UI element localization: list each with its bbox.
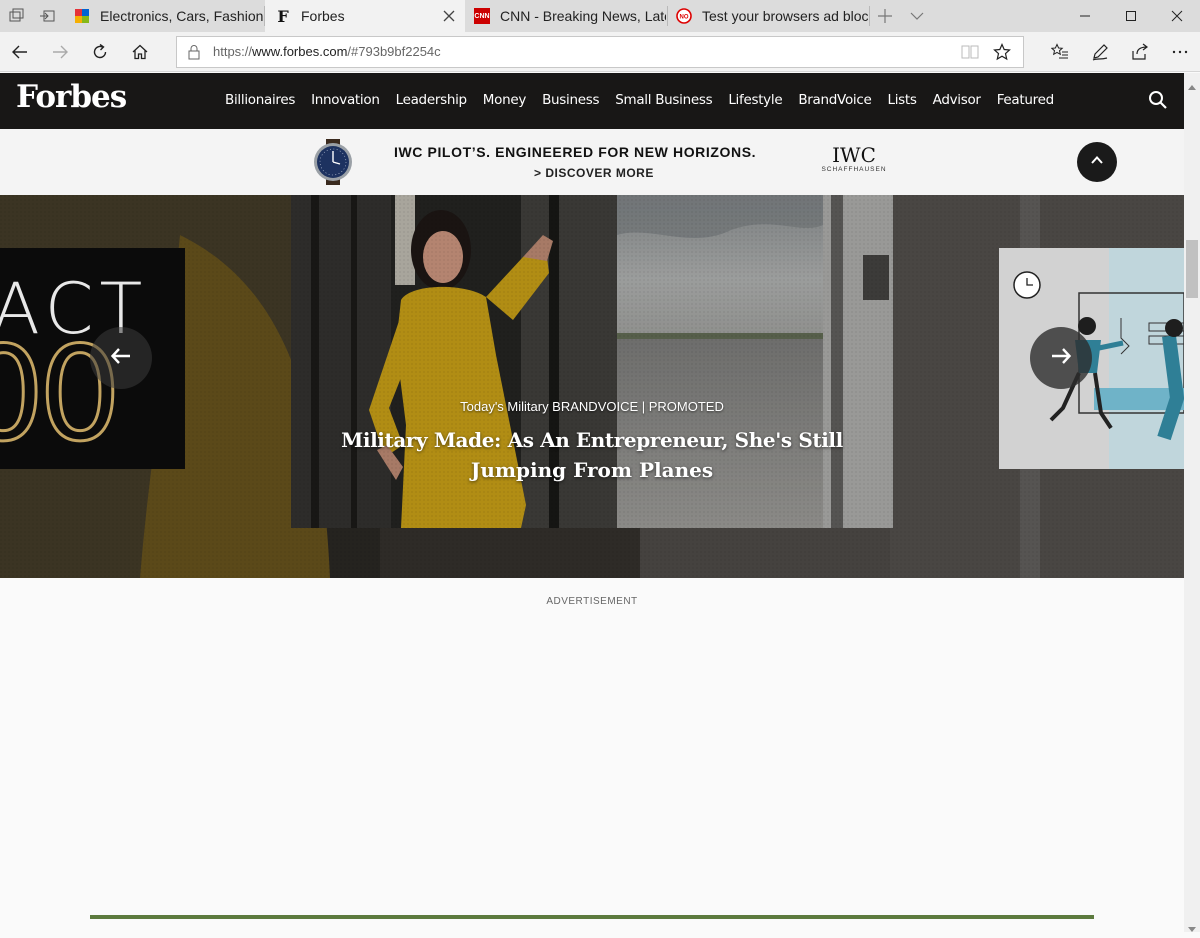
hero-headline-line2: Jumping From Planes bbox=[470, 458, 714, 482]
browser-address-bar: https://www.forbes.com/#793b9bf2254c bbox=[0, 32, 1200, 72]
refresh-icon[interactable] bbox=[80, 32, 120, 72]
search-icon[interactable] bbox=[1148, 90, 1168, 115]
iwc-logo: IWC SCHAFFHAUSEN bbox=[816, 144, 892, 173]
collapse-ad-button[interactable] bbox=[1077, 142, 1117, 182]
tab-divider bbox=[869, 6, 870, 26]
ad-headline: IWC PILOT’S. ENGINEERED FOR NEW HORIZONS… bbox=[394, 144, 757, 160]
maximize-icon[interactable] bbox=[1108, 0, 1154, 32]
page-scrollbar[interactable] bbox=[1184, 73, 1200, 932]
set-tabs-aside-icon[interactable] bbox=[38, 7, 56, 25]
tab-title: Forbes bbox=[301, 8, 345, 24]
url-text: https://www.forbes.com/#793b9bf2254c bbox=[213, 44, 441, 59]
tab-title: Test your browsers ad block bbox=[702, 8, 868, 24]
lock-icon bbox=[187, 44, 201, 65]
iwc-logo-sub: SCHAFFHAUSEN bbox=[821, 166, 887, 173]
scrollbar-thumb[interactable] bbox=[1186, 240, 1198, 298]
more-options-icon[interactable] bbox=[1160, 32, 1200, 72]
url-field[interactable]: https://www.forbes.com/#793b9bf2254c bbox=[176, 36, 1024, 68]
section-divider bbox=[90, 915, 1094, 919]
favorite-star-icon[interactable] bbox=[993, 43, 1011, 66]
arrow-right-icon bbox=[1049, 344, 1073, 373]
reading-view-icon[interactable] bbox=[961, 44, 979, 65]
carousel-next-button[interactable] bbox=[1030, 327, 1092, 389]
forbes-f-icon: F bbox=[277, 6, 289, 26]
forbes-logo[interactable]: Forbes bbox=[16, 79, 127, 115]
tab-cnn[interactable]: CNN CNN - Breaking News, Lates bbox=[466, 0, 666, 32]
forbes-nav-menu: Billionaires Innovation Leadership Money… bbox=[217, 92, 1062, 108]
favorites-hub-icon[interactable] bbox=[1040, 32, 1080, 72]
tab-actions-icon[interactable] bbox=[8, 7, 26, 25]
tab-title: CNN - Breaking News, Lates bbox=[500, 8, 666, 24]
iwc-logo-text: IWC bbox=[832, 143, 876, 167]
pen-annotate-icon[interactable] bbox=[1080, 32, 1120, 72]
close-tab-icon[interactable] bbox=[441, 8, 457, 24]
close-window-icon[interactable] bbox=[1154, 0, 1200, 32]
top-ad-banner[interactable]: IWC PILOT’S. ENGINEERED FOR NEW HORIZONS… bbox=[0, 129, 1184, 195]
nav-innovation[interactable]: Innovation bbox=[303, 92, 387, 108]
minimize-icon[interactable] bbox=[1062, 0, 1108, 32]
hero-carousel: ACT 00 bbox=[0, 195, 1184, 578]
svg-text:NO: NO bbox=[680, 15, 689, 21]
nav-billionaires[interactable]: Billionaires bbox=[217, 92, 303, 108]
cnn-icon: CNN bbox=[474, 8, 490, 24]
ad-cta[interactable]: > DISCOVER MORE bbox=[534, 166, 654, 180]
tab-title: Electronics, Cars, Fashion, Co bbox=[100, 8, 264, 24]
hero-headline-line1: Military Made: As An Entrepreneur, She's… bbox=[341, 428, 843, 452]
browser-tab-bar: Electronics, Cars, Fashion, Co F Forbes … bbox=[0, 0, 1200, 32]
nav-lists[interactable]: Lists bbox=[879, 92, 924, 108]
nav-leadership[interactable]: Leadership bbox=[388, 92, 475, 108]
hero-kicker[interactable]: Today's Military BRANDVOICE | PROMOTED bbox=[291, 399, 893, 414]
back-icon[interactable] bbox=[0, 32, 40, 72]
nav-small-business[interactable]: Small Business bbox=[607, 92, 720, 108]
no-ads-icon: NO bbox=[676, 8, 692, 24]
scroll-up-icon[interactable] bbox=[1188, 77, 1196, 95]
forward-icon[interactable] bbox=[40, 32, 80, 72]
carousel-prev-button[interactable] bbox=[90, 327, 152, 389]
home-icon[interactable] bbox=[120, 32, 160, 72]
ebay-icon bbox=[74, 8, 90, 24]
tab-adblock-test[interactable]: NO Test your browsers ad block bbox=[668, 0, 868, 32]
new-tab-icon[interactable] bbox=[876, 7, 894, 25]
forbes-header: Forbes Billionaires Innovation Leadershi… bbox=[0, 73, 1184, 129]
nav-business[interactable]: Business bbox=[534, 92, 607, 108]
tab-preview-chevron-icon[interactable] bbox=[908, 7, 926, 25]
chevron-up-icon bbox=[1089, 152, 1105, 173]
hero-headline[interactable]: Military Made: As An Entrepreneur, She's… bbox=[291, 425, 893, 485]
advertisement-label: ADVERTISEMENT bbox=[546, 596, 638, 607]
nav-advisor[interactable]: Advisor bbox=[925, 92, 989, 108]
nav-featured[interactable]: Featured bbox=[989, 92, 1062, 108]
nav-lifestyle[interactable]: Lifestyle bbox=[720, 92, 790, 108]
watch-image bbox=[310, 139, 356, 190]
tab-forbes[interactable]: F Forbes bbox=[265, 0, 465, 32]
nav-money[interactable]: Money bbox=[475, 92, 534, 108]
arrow-left-icon bbox=[109, 344, 133, 373]
scroll-down-icon[interactable] bbox=[1188, 920, 1196, 938]
nav-brandvoice[interactable]: BrandVoice bbox=[790, 92, 879, 108]
share-icon[interactable] bbox=[1120, 32, 1160, 72]
tab-ebay[interactable]: Electronics, Cars, Fashion, Co bbox=[66, 0, 264, 32]
